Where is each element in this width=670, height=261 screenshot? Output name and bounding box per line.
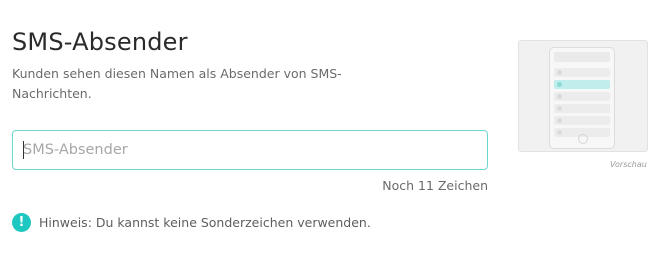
sms-sender-input[interactable] <box>13 131 487 169</box>
character-counter: Noch 11 Zeichen <box>382 178 488 193</box>
message-row-highlighted <box>554 80 610 89</box>
text-caret <box>23 141 24 159</box>
preview-caption: Vorschau <box>610 160 647 169</box>
phone-header <box>554 52 610 62</box>
hint-text: Hinweis: Du kannst keine Sonderzeichen v… <box>39 215 371 230</box>
message-row <box>554 68 610 77</box>
message-row <box>554 116 610 125</box>
home-button-icon <box>578 134 588 144</box>
sms-sender-field[interactable] <box>12 130 488 170</box>
exclamation-icon: ! <box>12 213 31 232</box>
phone-mockup <box>549 47 615 149</box>
sms-preview-image <box>518 40 648 152</box>
hint-message: ! Hinweis: Du kannst keine Sonderzeichen… <box>12 213 371 232</box>
page-title: SMS-Absender <box>12 28 188 56</box>
message-row <box>554 92 610 101</box>
page-description: Kunden sehen diesen Namen als Absender v… <box>12 66 342 101</box>
message-row <box>554 104 610 113</box>
